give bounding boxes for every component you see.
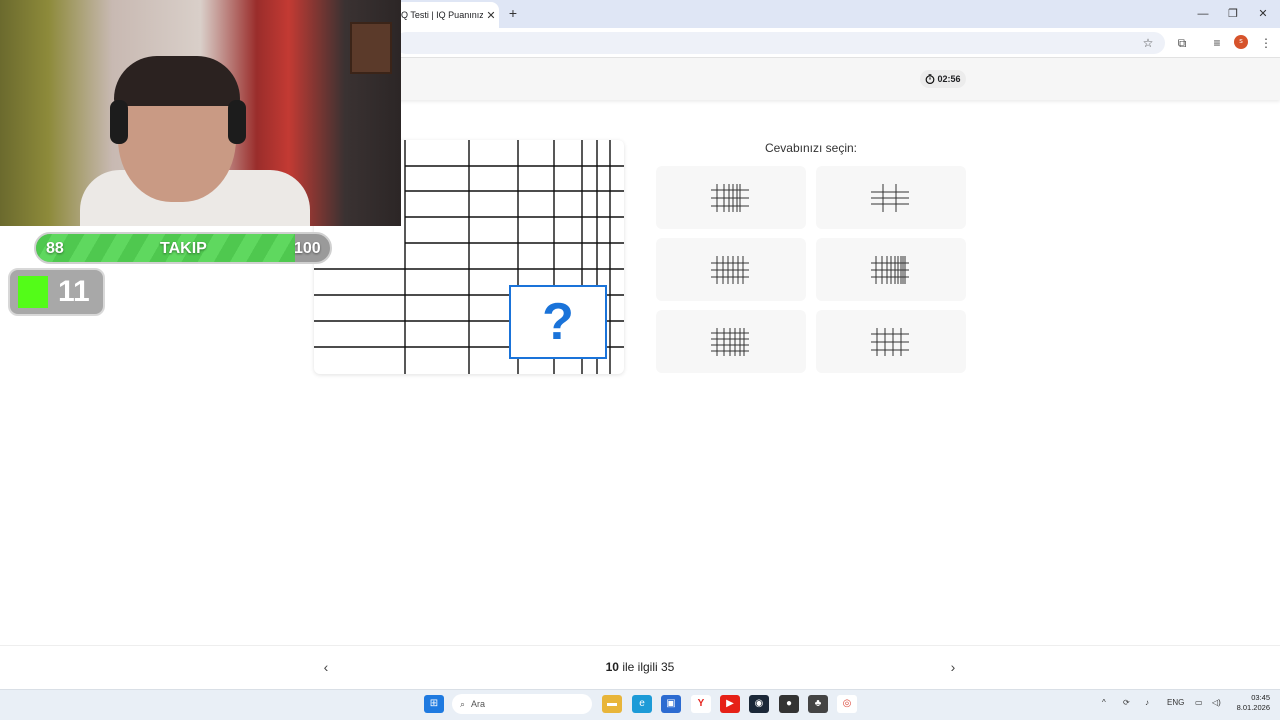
wall-poster: [350, 22, 392, 74]
headphone-left: [110, 100, 128, 144]
start-windows-icon[interactable]: ⊞: [424, 695, 444, 713]
kick-viewer-badge: 11: [8, 268, 105, 316]
sync-icon[interactable]: ⟳: [1123, 698, 1130, 707]
search-icon: ⌕: [460, 698, 466, 709]
volume-icon[interactable]: ◁): [1212, 698, 1221, 707]
minimize-icon[interactable]: —: [1188, 4, 1218, 24]
option-3-pattern: [711, 255, 749, 284]
network-icon[interactable]: ▭: [1195, 698, 1203, 707]
answer-option-2[interactable]: [816, 166, 966, 229]
new-tab-button[interactable]: +: [504, 4, 522, 22]
answer-option-1[interactable]: [656, 166, 806, 229]
answer-option-6[interactable]: [816, 310, 966, 373]
address-bar[interactable]: [395, 32, 1165, 54]
next-question-chevron-icon[interactable]: ›: [944, 658, 962, 676]
answer-prompt: Cevabınızı seçin:: [764, 141, 858, 155]
webcam-overlay: [0, 0, 401, 226]
question-counter: 10 ile ilgili 35: [560, 660, 720, 674]
tab-title: Q Testi | IQ Puanınız: [401, 10, 483, 20]
follow-current: 88: [46, 240, 64, 257]
question-total-text: ile ilgili 35: [622, 660, 675, 674]
chrome-icon[interactable]: ◎: [837, 695, 857, 713]
clock-date: 8.01.2026: [1236, 703, 1270, 712]
browser-tab-active[interactable]: Q Testi | IQ Puanınız ✕: [395, 2, 499, 28]
answer-option-5[interactable]: [656, 310, 806, 373]
yandex-icon[interactable]: Y: [691, 695, 711, 713]
menu-kebab-icon[interactable]: ⋮: [1257, 34, 1275, 52]
language-indicator[interactable]: ENG: [1167, 698, 1184, 707]
restore-icon[interactable]: ❐: [1218, 4, 1248, 24]
edge-icon[interactable]: e: [632, 695, 652, 713]
taskbar-clock[interactable]: 03:45 8.01.2026: [1230, 693, 1270, 713]
current-question-number: 10: [605, 660, 619, 674]
timer: 02:56: [920, 70, 966, 88]
option-1-pattern: [711, 183, 749, 212]
youtube-icon[interactable]: ▶: [720, 695, 740, 713]
stopwatch-icon: [926, 74, 935, 84]
taskbar-search[interactable]: ⌕ Ara: [452, 694, 592, 714]
bookmark-star-icon[interactable]: ☆: [1139, 34, 1157, 52]
store-icon[interactable]: ▣: [661, 695, 681, 713]
taskbar-search-placeholder: Ara: [471, 699, 486, 709]
kick-logo-icon: [18, 276, 48, 308]
microphone-icon[interactable]: ♪: [1145, 698, 1149, 707]
missing-mark: ?: [542, 293, 574, 351]
app-icon[interactable]: ●: [779, 695, 799, 713]
streamer-hair: [114, 56, 240, 106]
follow-goal: 100: [294, 240, 321, 257]
kick-count: 11: [58, 275, 90, 308]
game-app-icon[interactable]: ♣: [808, 695, 828, 713]
window-close-icon[interactable]: ✕: [1248, 4, 1278, 24]
clock-time: 03:45: [1251, 693, 1270, 702]
answer-option-4[interactable]: [816, 238, 966, 301]
option-4-pattern: [871, 255, 909, 284]
file-explorer-icon[interactable]: ▬: [602, 695, 622, 713]
tab-close-icon[interactable]: ✕: [483, 9, 499, 22]
prev-question-chevron-icon[interactable]: ‹: [317, 658, 335, 676]
answer-option-3[interactable]: [656, 238, 806, 301]
headphone-right: [228, 100, 246, 144]
profile-avatar[interactable]: s: [1234, 35, 1248, 49]
option-5-pattern: [711, 327, 749, 356]
media-control-icon[interactable]: ≡: [1208, 34, 1226, 52]
extensions-icon[interactable]: ⧉: [1173, 34, 1191, 52]
timer-value: 02:56: [937, 74, 961, 84]
tray-chevron-up-icon[interactable]: ^: [1102, 698, 1106, 707]
follow-label: TAKIP: [160, 240, 207, 257]
option-6-pattern: [871, 327, 909, 356]
steam-icon[interactable]: ◉: [749, 695, 769, 713]
follow-goal-bar: 88 TAKIP 100: [34, 232, 332, 264]
option-2-pattern: [871, 183, 909, 212]
